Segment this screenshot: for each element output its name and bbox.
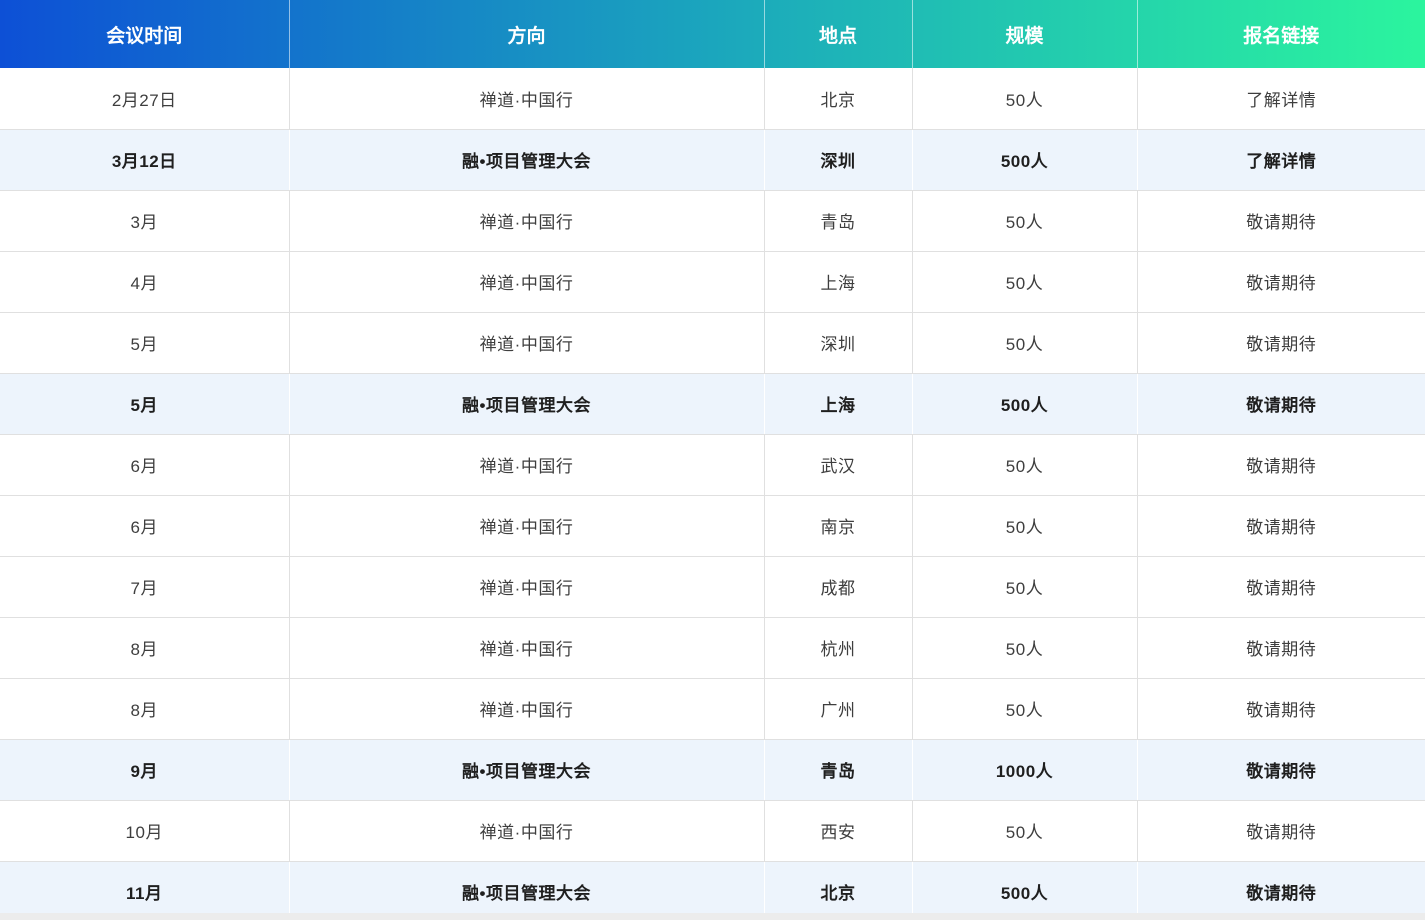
cell-direction: 禅道·中国行: [289, 556, 765, 618]
cell-direction: 融•项目管理大会: [289, 861, 765, 920]
cell-direction: 禅道·中国行: [289, 312, 765, 374]
cell-meeting-time: 6月: [0, 434, 290, 496]
cell-location: 上海: [764, 251, 913, 313]
cell-meeting-time: 10月: [0, 800, 290, 862]
cell-direction: 禅道·中国行: [289, 434, 765, 496]
cell-location: 武汉: [764, 434, 913, 496]
table-row: 2月27日 禅道·中国行 北京 50人 了解详情: [0, 68, 1425, 130]
cell-registration-link: 敬请期待: [1137, 617, 1425, 679]
cell-meeting-time: 5月: [0, 312, 290, 374]
cell-direction: 禅道·中国行: [289, 495, 765, 557]
cell-registration-link: 敬请期待: [1137, 739, 1425, 801]
cell-scale: 50人: [912, 617, 1138, 679]
cell-location: 深圳: [764, 129, 913, 191]
table-row: 3月12日 融•项目管理大会 深圳 500人 了解详情: [0, 129, 1425, 191]
table-row: 7月 禅道·中国行 成都 50人 敬请期待: [0, 556, 1425, 618]
cell-direction: 融•项目管理大会: [289, 373, 765, 435]
cell-scale: 50人: [912, 312, 1138, 374]
table-body: 2月27日 禅道·中国行 北京 50人 了解详情 3月12日 融•项目管理大会 …: [0, 68, 1425, 920]
cell-location: 杭州: [764, 617, 913, 679]
cell-location: 上海: [764, 373, 913, 435]
cell-registration-link[interactable]: 了解详情: [1137, 129, 1425, 191]
cell-scale: 500人: [912, 861, 1138, 920]
cell-meeting-time: 2月27日: [0, 68, 290, 130]
cell-scale: 50人: [912, 434, 1138, 496]
cell-scale: 1000人: [912, 739, 1138, 801]
cell-registration-link: 敬请期待: [1137, 434, 1425, 496]
cell-location: 北京: [764, 68, 913, 130]
cell-location: 青岛: [764, 739, 913, 801]
cell-registration-link: 敬请期待: [1137, 251, 1425, 313]
table-row: 10月 禅道·中国行 西安 50人 敬请期待: [0, 800, 1425, 862]
column-header-direction: 方向: [289, 0, 765, 68]
table-row: 6月 禅道·中国行 南京 50人 敬请期待: [0, 495, 1425, 557]
cell-direction: 禅道·中国行: [289, 617, 765, 679]
cell-scale: 50人: [912, 678, 1138, 740]
table-header: 会议时间 方向 地点 规模 报名链接: [0, 0, 1425, 68]
cell-meeting-time: 5月: [0, 373, 290, 435]
cell-scale: 50人: [912, 190, 1138, 252]
cell-location: 青岛: [764, 190, 913, 252]
cell-direction: 禅道·中国行: [289, 800, 765, 862]
cell-direction: 融•项目管理大会: [289, 739, 765, 801]
table-row: 8月 禅道·中国行 杭州 50人 敬请期待: [0, 617, 1425, 679]
cell-registration-link: 敬请期待: [1137, 190, 1425, 252]
cell-registration-link: 敬请期待: [1137, 556, 1425, 618]
cell-location: 北京: [764, 861, 913, 920]
cell-scale: 50人: [912, 68, 1138, 130]
cell-scale: 50人: [912, 556, 1138, 618]
cell-location: 南京: [764, 495, 913, 557]
cell-location: 成都: [764, 556, 913, 618]
table-header-row: 会议时间 方向 地点 规模 报名链接: [0, 0, 1425, 68]
cell-registration-link: 敬请期待: [1137, 800, 1425, 862]
cell-registration-link: 敬请期待: [1137, 312, 1425, 374]
cell-registration-link[interactable]: 了解详情: [1137, 68, 1425, 130]
cell-scale: 50人: [912, 495, 1138, 557]
cell-scale: 50人: [912, 251, 1138, 313]
cell-registration-link: 敬请期待: [1137, 678, 1425, 740]
horizontal-scrollbar[interactable]: [0, 913, 1425, 920]
cell-meeting-time: 3月: [0, 190, 290, 252]
table-row: 3月 禅道·中国行 青岛 50人 敬请期待: [0, 190, 1425, 252]
cell-direction: 禅道·中国行: [289, 251, 765, 313]
cell-direction: 禅道·中国行: [289, 68, 765, 130]
cell-direction: 禅道·中国行: [289, 190, 765, 252]
table-row: 11月 融•项目管理大会 北京 500人 敬请期待: [0, 861, 1425, 920]
conference-schedule-page: 会议时间 方向 地点 规模 报名链接 2月27日 禅道·中国行 北京 50人 了…: [0, 0, 1425, 920]
cell-registration-link: 敬请期待: [1137, 373, 1425, 435]
column-header-scale: 规模: [912, 0, 1138, 68]
table-row: 5月 禅道·中国行 深圳 50人 敬请期待: [0, 312, 1425, 374]
cell-meeting-time: 11月: [0, 861, 290, 920]
conference-schedule-table: 会议时间 方向 地点 规模 报名链接 2月27日 禅道·中国行 北京 50人 了…: [0, 0, 1425, 920]
cell-registration-link: 敬请期待: [1137, 495, 1425, 557]
cell-meeting-time: 9月: [0, 739, 290, 801]
cell-meeting-time: 7月: [0, 556, 290, 618]
table-row: 5月 融•项目管理大会 上海 500人 敬请期待: [0, 373, 1425, 435]
cell-scale: 500人: [912, 129, 1138, 191]
cell-location: 广州: [764, 678, 913, 740]
cell-location: 西安: [764, 800, 913, 862]
cell-meeting-time: 4月: [0, 251, 290, 313]
column-header-meeting-time: 会议时间: [0, 0, 290, 68]
cell-direction: 融•项目管理大会: [289, 129, 765, 191]
table-row: 4月 禅道·中国行 上海 50人 敬请期待: [0, 251, 1425, 313]
cell-location: 深圳: [764, 312, 913, 374]
cell-scale: 500人: [912, 373, 1138, 435]
table-row: 6月 禅道·中国行 武汉 50人 敬请期待: [0, 434, 1425, 496]
column-header-location: 地点: [764, 0, 913, 68]
cell-meeting-time: 3月12日: [0, 129, 290, 191]
cell-meeting-time: 8月: [0, 678, 290, 740]
cell-registration-link: 敬请期待: [1137, 861, 1425, 920]
table-row: 9月 融•项目管理大会 青岛 1000人 敬请期待: [0, 739, 1425, 801]
cell-scale: 50人: [912, 800, 1138, 862]
cell-meeting-time: 8月: [0, 617, 290, 679]
column-header-registration-link: 报名链接: [1243, 25, 1320, 47]
cell-meeting-time: 6月: [0, 495, 290, 557]
table-row: 8月 禅道·中国行 广州 50人 敬请期待: [0, 678, 1425, 740]
cell-direction: 禅道·中国行: [289, 678, 765, 740]
